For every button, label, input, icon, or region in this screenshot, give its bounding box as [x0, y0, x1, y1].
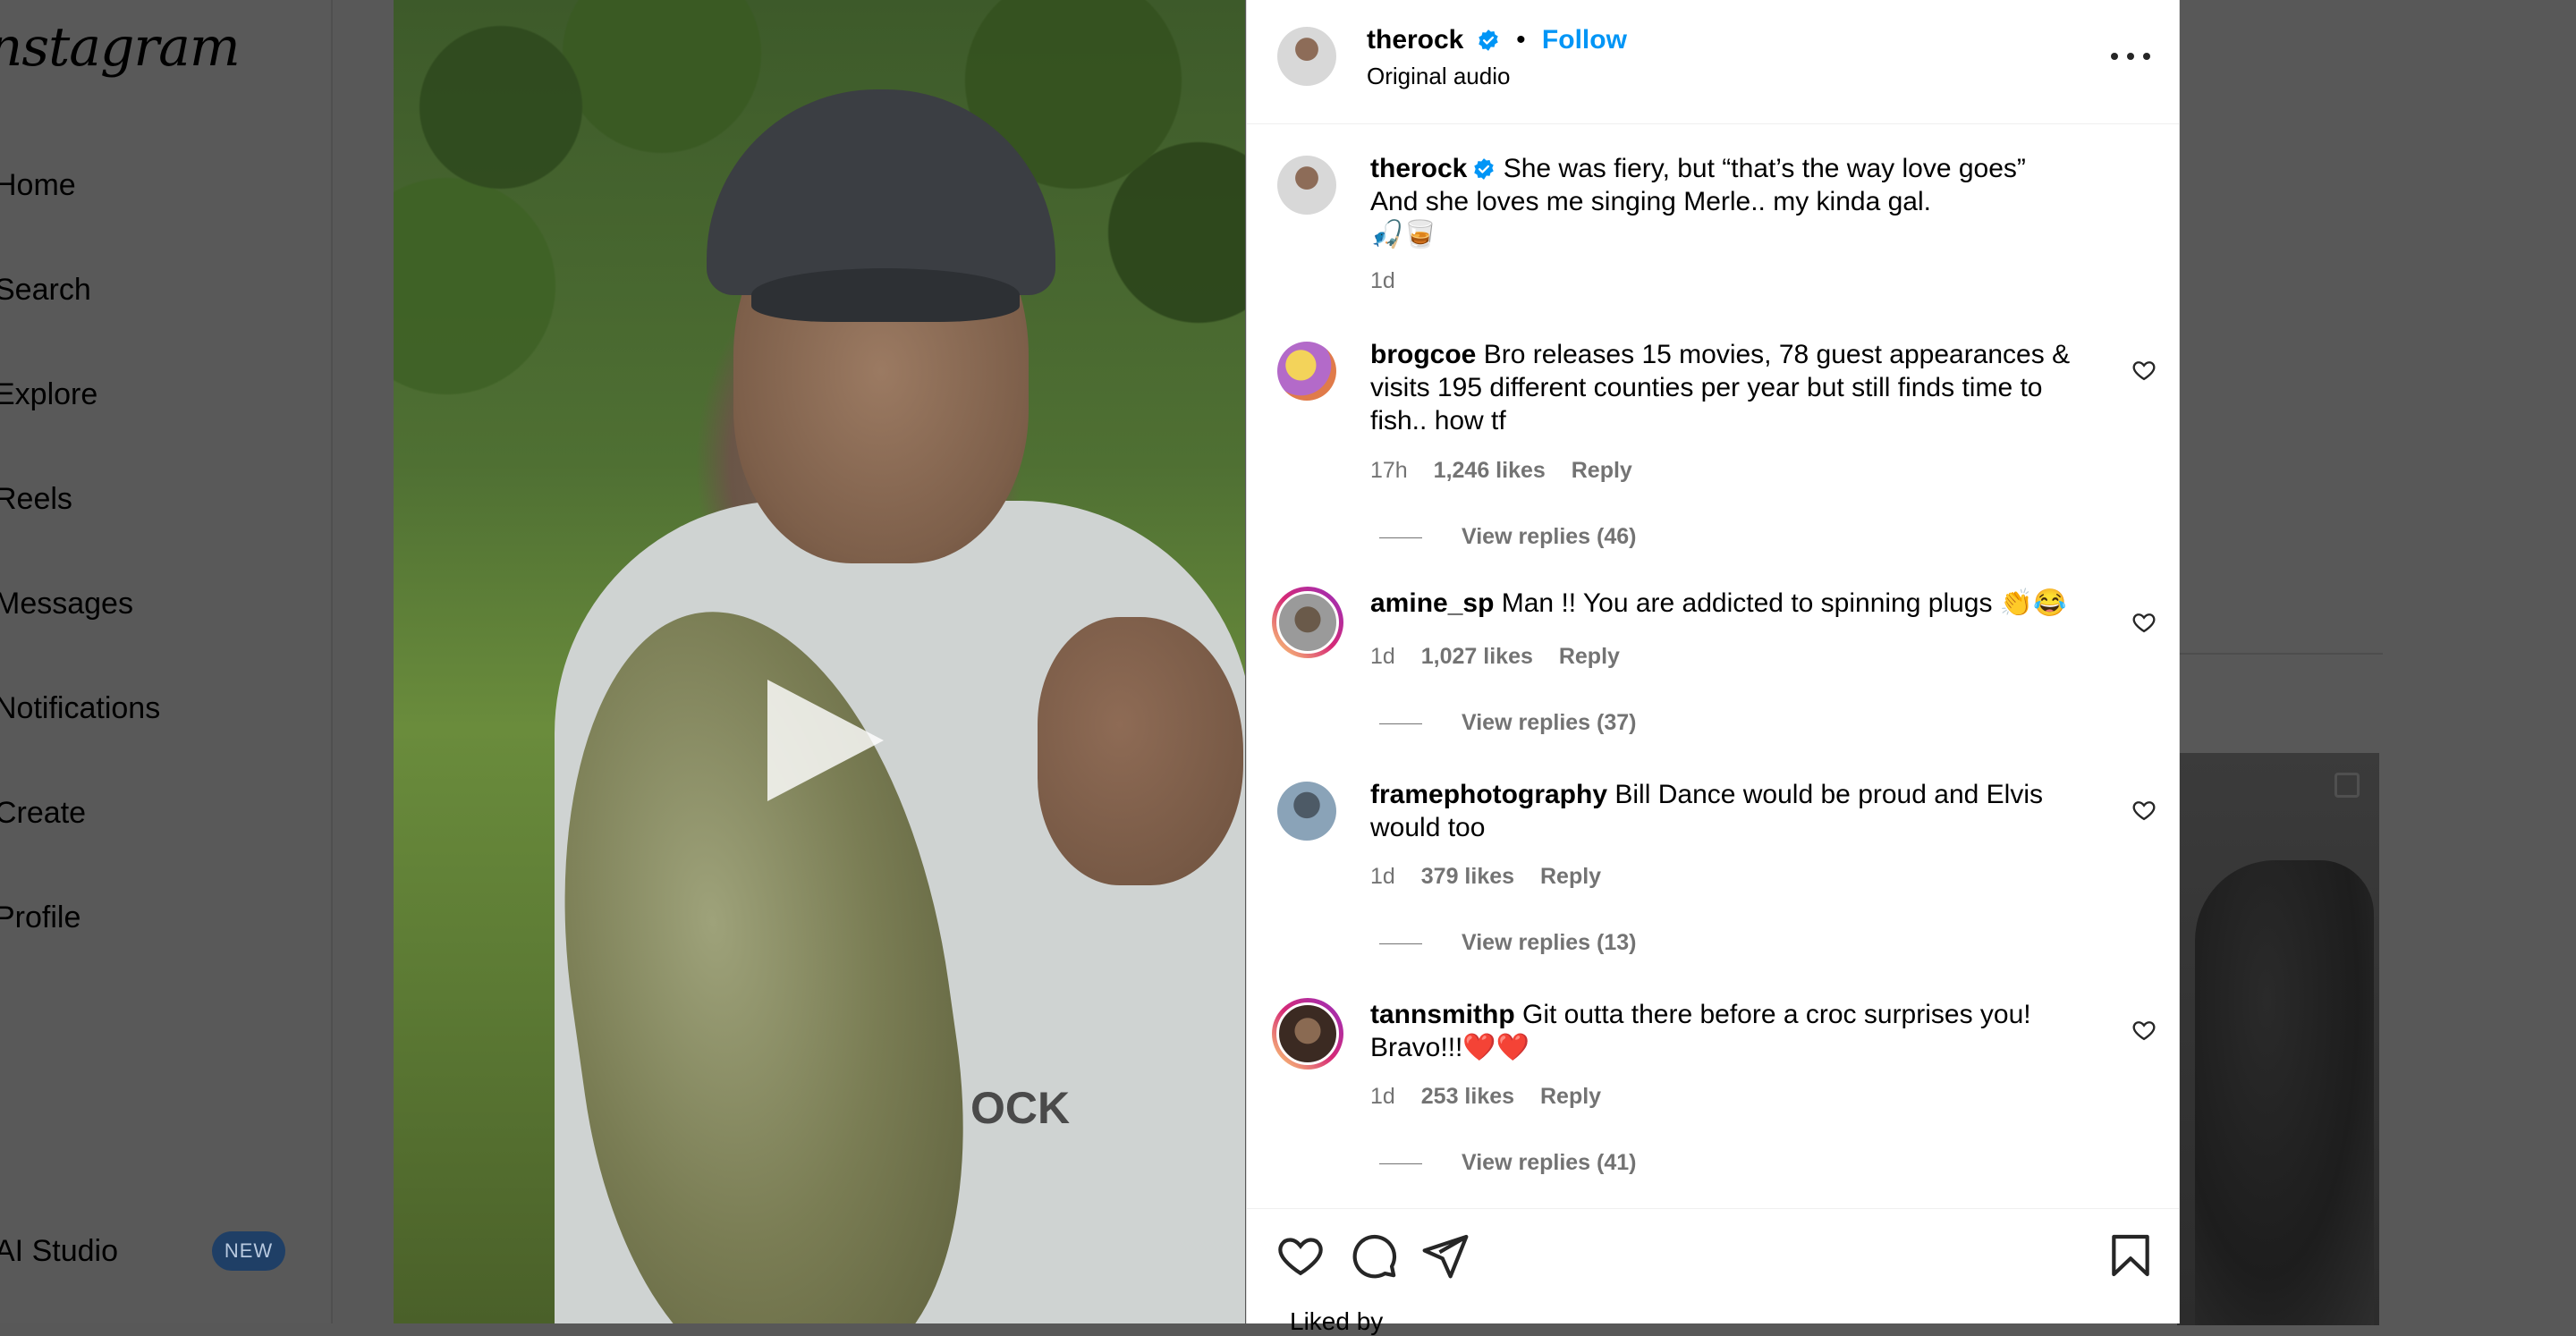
replies-line — [1379, 943, 1422, 944]
sidebar: Instagram Home Search Explore Reels Mess… — [0, 0, 333, 1323]
sidebar-item-home[interactable]: Home — [0, 168, 76, 203]
view-replies-label: View replies (46) — [1462, 524, 1637, 549]
comment-likes[interactable]: 1,246 likes — [1434, 458, 1546, 483]
caption-avatar[interactable] — [1277, 156, 1336, 215]
reply-button[interactable]: Reply — [1559, 644, 1620, 669]
sidebar-item-search[interactable]: Search — [0, 273, 91, 308]
verified-icon — [1474, 158, 1495, 180]
view-replies-button[interactable]: View replies (41) — [1379, 1150, 1636, 1176]
like-comment-heart-icon[interactable] — [2131, 1018, 2157, 1043]
bookmark-save-icon[interactable] — [2106, 1230, 2156, 1281]
like-comment-heart-icon[interactable] — [2131, 798, 2157, 823]
reply-button[interactable]: Reply — [1572, 458, 1632, 483]
video-cap-brim — [751, 268, 1020, 322]
view-replies-button[interactable]: View replies (13) — [1379, 930, 1636, 956]
comment-meta: 1d 253 likes Reply — [1370, 1084, 1621, 1110]
sidebar-item-reels[interactable]: Reels — [0, 482, 72, 517]
caption-line-2: And she loves me singing Merle.. my kind… — [1370, 187, 1931, 216]
reply-button[interactable]: Reply — [1540, 864, 1601, 889]
comment-text: tannsmithp Git outta there before a croc… — [1370, 998, 2077, 1064]
comment-likes[interactable]: 1,027 likes — [1421, 644, 1533, 669]
comment-avatar[interactable] — [1277, 782, 1336, 841]
sidebar-item-create[interactable]: Create — [0, 796, 86, 831]
view-replies-label: View replies (41) — [1462, 1150, 1637, 1175]
post-panel: therock • Follow Original audio therock … — [1246, 0, 2180, 1335]
caption-line-1: She was fiery, but “that’s the way love … — [1503, 154, 2026, 183]
new-badge: NEW — [212, 1231, 285, 1271]
comment-username[interactable]: framephotography — [1370, 780, 1607, 809]
follow-button[interactable]: Follow — [1542, 25, 1627, 55]
caption-text: therock She was fiery, but “that’s the w… — [1370, 152, 2077, 251]
sidebar-item-profile[interactable]: Profile — [0, 901, 80, 935]
comment-username[interactable]: brogcoe — [1370, 340, 1476, 369]
comment-meta: 1d 379 likes Reply — [1370, 864, 1621, 890]
comment-avatar — [1276, 591, 1339, 654]
audio-link[interactable]: Original audio — [1367, 63, 1510, 90]
comment-time[interactable]: 1d — [1370, 864, 1395, 889]
view-replies-button[interactable]: View replies (46) — [1379, 524, 1636, 550]
author-avatar[interactable] — [1277, 27, 1336, 86]
shirt-logo-text: OCK — [970, 1083, 1071, 1133]
view-replies-button[interactable]: View replies (37) — [1379, 710, 1636, 736]
comment-body: Bro releases 15 movies, 78 guest appeara… — [1370, 340, 2071, 435]
sidebar-item-messages[interactable]: Messages — [0, 587, 133, 621]
sidebar-item-ai-studio[interactable]: AI Studio — [0, 1234, 118, 1269]
view-replies-label: View replies (37) — [1462, 710, 1637, 735]
action-bar: Liked by — [1247, 1207, 2179, 1335]
comment-meta: 17h 1,246 likes Reply — [1370, 458, 1652, 484]
comment-time[interactable]: 17h — [1370, 458, 1408, 483]
like-heart-icon[interactable] — [1275, 1230, 1326, 1281]
story-ring-avatar[interactable] — [1272, 587, 1343, 658]
caption-meta: 1d — [1370, 268, 1415, 294]
like-comment-heart-icon[interactable] — [2131, 358, 2157, 383]
comment-text: brogcoe Bro releases 15 movies, 78 guest… — [1370, 338, 2077, 437]
caption-line-3: 🎣🥃 — [1370, 220, 1437, 249]
play-icon[interactable] — [767, 680, 884, 801]
separator-dot: • — [1516, 25, 1526, 55]
story-ring-avatar[interactable] — [1272, 998, 1343, 1070]
replies-line — [1379, 537, 1422, 538]
feed-divider — [2177, 653, 2383, 655]
sidebar-item-explore[interactable]: Explore — [0, 377, 97, 412]
comment-username[interactable]: amine_sp — [1370, 588, 1494, 618]
comment-time[interactable]: 1d — [1370, 1084, 1395, 1109]
share-send-icon[interactable] — [1420, 1230, 1470, 1281]
reel-video[interactable]: OCK — [394, 0, 1245, 1323]
verified-icon — [1478, 30, 1498, 51]
comment-text: framephotography Bill Dance would be pro… — [1370, 778, 2077, 844]
caption-username[interactable]: therock — [1370, 154, 1467, 183]
sidebar-item-notifications[interactable]: Notifications — [0, 691, 160, 726]
instagram-logo[interactable]: Instagram — [0, 16, 241, 79]
comment-avatar — [1276, 1002, 1339, 1065]
more-options-icon[interactable] — [2111, 43, 2150, 70]
comment-bubble-icon[interactable] — [1349, 1230, 1399, 1281]
comment-body: Man !! You are addicted to spinning plug… — [1501, 588, 2067, 618]
replies-line — [1379, 723, 1422, 724]
comment-likes[interactable]: 253 likes — [1421, 1084, 1514, 1109]
comment-meta: 1d 1,027 likes Reply — [1370, 644, 1640, 670]
like-comment-heart-icon[interactable] — [2131, 610, 2157, 635]
reply-button[interactable]: Reply — [1540, 1084, 1601, 1109]
comment-time[interactable]: 1d — [1370, 644, 1395, 669]
comment-avatar[interactable] — [1277, 342, 1336, 401]
author-line: therock • Follow — [1367, 25, 1627, 55]
replies-line — [1379, 1163, 1422, 1164]
caption-time[interactable]: 1d — [1370, 268, 1395, 293]
header-divider — [1247, 123, 2179, 124]
thumbnail-figure — [2195, 860, 2374, 1325]
video-hand — [1038, 617, 1243, 885]
feed-thumbnail[interactable] — [2177, 753, 2379, 1325]
multi-post-icon — [2334, 773, 2360, 798]
comment-text: amine_sp Man !! You are addicted to spin… — [1370, 587, 2077, 620]
author-username[interactable]: therock — [1367, 25, 1463, 55]
comment-likes[interactable]: 379 likes — [1421, 864, 1514, 889]
comment-username[interactable]: tannsmithp — [1370, 1000, 1515, 1029]
liked-by-text: Liked by — [1290, 1307, 1384, 1335]
view-replies-label: View replies (13) — [1462, 930, 1637, 955]
